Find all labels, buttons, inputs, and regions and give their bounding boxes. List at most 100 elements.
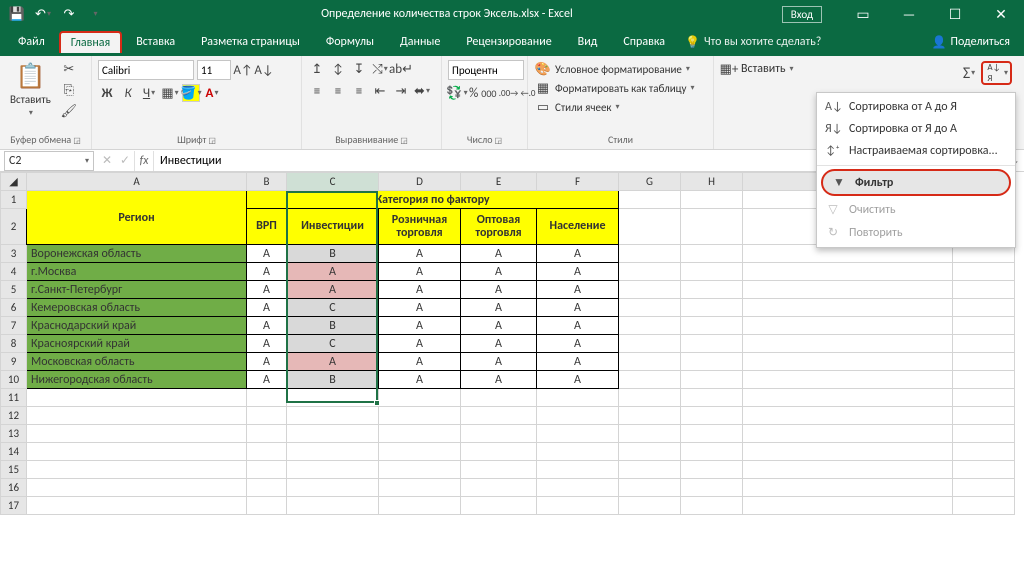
name-box[interactable]: C2▾	[4, 151, 94, 171]
tab-view[interactable]: Вид	[566, 30, 610, 54]
cell-vrp[interactable]: A	[247, 245, 287, 263]
merge-icon[interactable]: ⬌▾	[413, 82, 431, 100]
row-1[interactable]: 1	[1, 191, 27, 209]
hdr-category-banner[interactable]: Категория по фактору	[247, 191, 619, 209]
share-button[interactable]: 👤 Поделиться	[932, 35, 1024, 50]
cut-icon[interactable]: ✂	[60, 60, 78, 78]
ribbon-options-icon[interactable]: ▭	[840, 0, 886, 28]
cell-d[interactable]: A	[379, 353, 461, 371]
col-F[interactable]: F	[537, 173, 619, 191]
hdr-whole[interactable]: Оптовая торговля	[461, 209, 537, 245]
row-15[interactable]: 15	[1, 461, 27, 479]
fill-color-icon[interactable]: 🪣▾	[182, 84, 200, 102]
autosum-icon[interactable]: Σ▾	[960, 64, 978, 82]
menu-sort-custom[interactable]: ↕⁺Настраиваемая сортировка...	[817, 140, 1015, 162]
minimize-icon[interactable]: —	[886, 0, 932, 28]
row-11[interactable]: 11	[1, 389, 27, 407]
redo-icon[interactable]: ↷	[58, 3, 80, 25]
row-17[interactable]: 17	[1, 497, 27, 515]
cell-region[interactable]: Кемеровская область	[27, 299, 247, 317]
col-A[interactable]: A	[27, 173, 247, 191]
increase-font-icon[interactable]: A↑	[234, 61, 252, 79]
cell-vrp[interactable]: A	[247, 371, 287, 389]
cell-inv[interactable]: C	[287, 335, 379, 353]
currency-icon[interactable]: 💱▾	[448, 84, 466, 102]
fx-icon[interactable]: fx	[134, 151, 154, 171]
wrap-text-icon[interactable]: ab↵	[392, 60, 410, 78]
cell-e[interactable]: A	[461, 245, 537, 263]
paste-button[interactable]: 📋 Вставить▾	[6, 60, 55, 120]
cell-f[interactable]: A	[537, 371, 619, 389]
underline-icon[interactable]: Ч▾	[140, 84, 158, 102]
cell-inv[interactable]: B	[287, 371, 379, 389]
indent-inc-icon[interactable]: ⇥	[392, 82, 410, 100]
tab-insert[interactable]: Вставка	[124, 30, 187, 54]
borders-icon[interactable]: ▦▾	[161, 84, 179, 102]
indent-dec-icon[interactable]: ⇤	[371, 82, 389, 100]
align-center-icon[interactable]: ≡	[329, 82, 347, 100]
maximize-icon[interactable]: ☐	[932, 0, 978, 28]
col-G[interactable]: G	[619, 173, 681, 191]
hdr-vrp[interactable]: ВРП	[247, 209, 287, 245]
cell-inv[interactable]: B	[287, 245, 379, 263]
col-C[interactable]: C	[287, 173, 379, 191]
hdr-inv[interactable]: Инвестиции	[287, 209, 379, 245]
row-6[interactable]: 6	[1, 299, 27, 317]
cell-vrp[interactable]: A	[247, 281, 287, 299]
font-name-input[interactable]	[98, 60, 194, 80]
align-right-icon[interactable]: ≡	[350, 82, 368, 100]
tab-file[interactable]: Файл	[6, 30, 57, 54]
row-16[interactable]: 16	[1, 479, 27, 497]
cell-d[interactable]: A	[379, 299, 461, 317]
save-icon[interactable]: 💾	[6, 3, 28, 25]
cell-region[interactable]: г.Санкт-Петербург	[27, 281, 247, 299]
comma-icon[interactable]: 000	[481, 84, 496, 102]
tab-help[interactable]: Справка	[611, 30, 677, 54]
tab-data[interactable]: Данные	[388, 30, 452, 54]
cell-f[interactable]: A	[537, 281, 619, 299]
cell-inv[interactable]: B	[287, 317, 379, 335]
undo-icon[interactable]: ↶▾	[32, 3, 54, 25]
cell-inv[interactable]: A	[287, 281, 379, 299]
cell-inv[interactable]: C	[287, 299, 379, 317]
cell-e[interactable]: A	[461, 371, 537, 389]
cond-format-button[interactable]: 🎨Условное форматирование▾	[534, 60, 707, 78]
inc-decimal-icon[interactable]: .00→	[500, 84, 518, 102]
cell-styles-button[interactable]: ▭Стили ячеек▾	[534, 98, 707, 116]
cell-e[interactable]: A	[461, 335, 537, 353]
format-table-button[interactable]: ▦Форматировать как таблицу▾	[534, 79, 707, 97]
cell-inv[interactable]: A	[287, 353, 379, 371]
menu-sort-az[interactable]: A↓Сортировка от А до Я	[817, 96, 1015, 118]
cell-e[interactable]: A	[461, 263, 537, 281]
cell-f[interactable]: A	[537, 263, 619, 281]
cell-e[interactable]: A	[461, 281, 537, 299]
hdr-region[interactable]: Регион	[27, 191, 247, 245]
row-5[interactable]: 5	[1, 281, 27, 299]
cell-f[interactable]: A	[537, 353, 619, 371]
font-color-icon[interactable]: A▾	[203, 84, 221, 102]
cell-region[interactable]: Красноярский край	[27, 335, 247, 353]
orientation-icon[interactable]: ⤭▾	[371, 60, 389, 78]
sort-filter-button[interactable]: A↓Я▾	[981, 61, 1012, 85]
cell-inv[interactable]: A	[287, 263, 379, 281]
row-10[interactable]: 10	[1, 371, 27, 389]
menu-sort-za[interactable]: Я↓Сортировка от Я до А	[817, 118, 1015, 140]
cell-vrp[interactable]: A	[247, 263, 287, 281]
col-D[interactable]: D	[379, 173, 461, 191]
row-8[interactable]: 8	[1, 335, 27, 353]
cell-f[interactable]: A	[537, 245, 619, 263]
format-painter-icon[interactable]: 🖌	[60, 102, 78, 120]
copy-icon[interactable]: ⎘	[60, 81, 78, 99]
row-2[interactable]: 2	[1, 209, 27, 245]
row-7[interactable]: 7	[1, 317, 27, 335]
cell-d[interactable]: A	[379, 317, 461, 335]
cell-d[interactable]: A	[379, 263, 461, 281]
cell-vrp[interactable]: A	[247, 317, 287, 335]
col-H[interactable]: H	[681, 173, 743, 191]
cell-vrp[interactable]: A	[247, 299, 287, 317]
row-13[interactable]: 13	[1, 425, 27, 443]
row-3[interactable]: 3	[1, 245, 27, 263]
cell-region[interactable]: г.Москва	[27, 263, 247, 281]
cell-d[interactable]: A	[379, 371, 461, 389]
hdr-pop[interactable]: Население	[537, 209, 619, 245]
